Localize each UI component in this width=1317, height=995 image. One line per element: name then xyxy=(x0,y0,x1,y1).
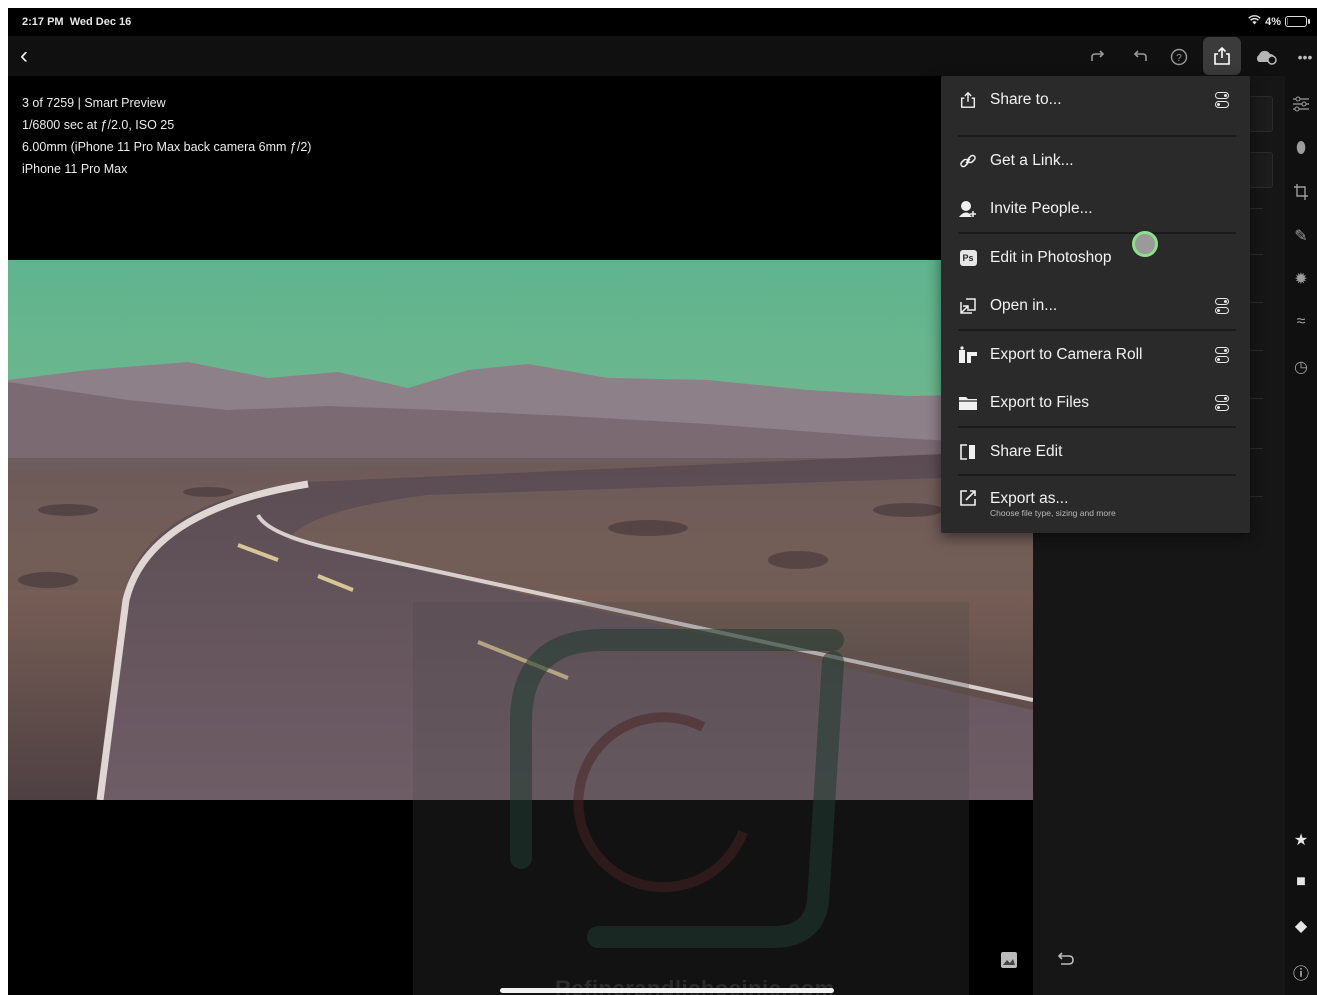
date-text: Wed Dec 16 xyxy=(69,16,132,28)
redo-button[interactable] xyxy=(1081,42,1115,72)
wifi-icon xyxy=(1248,15,1261,28)
undo-button[interactable] xyxy=(1123,42,1157,72)
link-icon xyxy=(958,151,978,171)
detail-icon[interactable]: ✹ xyxy=(1285,269,1317,289)
help-icon: ? xyxy=(1170,48,1188,66)
more-icon: ••• xyxy=(1297,49,1313,65)
chevron-left-icon: ‹ xyxy=(20,42,28,69)
tag-icon[interactable]: ◆ xyxy=(1285,916,1317,936)
export-icon xyxy=(958,488,978,508)
cloud-sync-icon xyxy=(1256,50,1277,65)
sliders-icon[interactable] xyxy=(1285,96,1317,117)
status-bar: 2:17 PM Wed Dec 16 4% xyxy=(8,8,1317,36)
menu-item-sublabel: Choose file type, sizing and more xyxy=(990,508,1116,518)
menu-item-label: Export as... xyxy=(990,490,1069,507)
menu-item-label: Share Edit xyxy=(990,443,1063,460)
watermark-overlay xyxy=(413,602,969,995)
open-in-icon xyxy=(958,296,978,316)
meta-exposure: 1/6800 sec at ƒ/2.0, ISO 25 xyxy=(22,118,175,132)
redo-icon xyxy=(1091,50,1105,61)
share-icon xyxy=(958,90,978,110)
menu-item-export-files[interactable]: Export to Files xyxy=(941,379,1250,427)
crop-icon[interactable] xyxy=(1285,183,1317,206)
menu-item-get-link[interactable]: Get a Link... xyxy=(941,137,1250,185)
cloud-sync-button[interactable] xyxy=(1249,42,1283,72)
history-icon[interactable]: ◷ xyxy=(1285,357,1317,377)
more-button[interactable]: ••• xyxy=(1288,42,1317,72)
presets-icon[interactable]: ≈ xyxy=(1285,313,1317,331)
compare-icon xyxy=(958,442,978,462)
toggle-icon xyxy=(1214,345,1232,365)
meta-position: 3 of 7259 | Smart Preview xyxy=(22,96,166,110)
share-button[interactable] xyxy=(1203,37,1241,75)
share-icon xyxy=(1214,46,1230,65)
menu-item-open-in[interactable]: Open in... xyxy=(941,282,1250,330)
status-right: 4% xyxy=(1248,15,1310,28)
invite-person-icon xyxy=(958,199,978,219)
menu-item-share-to[interactable]: Share to... xyxy=(941,76,1250,124)
photo-metadata: 3 of 7259 | Smart Preview 1/6800 sec at … xyxy=(22,92,311,180)
touch-indicator xyxy=(1132,231,1158,257)
toggle-icon xyxy=(1214,393,1232,413)
before-after-icon[interactable] xyxy=(1000,951,1018,974)
menu-item-export-as[interactable]: Export as... Choose file type, sizing an… xyxy=(941,476,1250,530)
home-indicator xyxy=(500,988,834,993)
menu-item-label: Get a Link... xyxy=(990,152,1074,169)
battery-percent: 4% xyxy=(1265,15,1281,28)
menu-item-label: Export to Camera Roll xyxy=(990,346,1143,363)
tool-rail: ⬮ ✎ ✹ ≈ ◷ ★ ■ ◆ ⓘ xyxy=(1285,76,1317,995)
toggle-icon xyxy=(1214,90,1232,110)
menu-item-edit-in-photoshop[interactable]: Ps Edit in Photoshop xyxy=(941,234,1250,282)
battery-icon xyxy=(1285,16,1310,27)
meta-lens: 6.00mm (iPhone 11 Pro Max back camera 6m… xyxy=(22,140,312,154)
time-text: 2:17 PM xyxy=(22,16,64,28)
menu-item-label: Edit in Photoshop xyxy=(990,249,1112,266)
menu-item-label: Export to Files xyxy=(990,394,1090,411)
back-button[interactable]: ‹ xyxy=(20,42,28,70)
menu-item-share-edit[interactable]: Share Edit xyxy=(941,428,1250,476)
svg-text:?: ? xyxy=(1176,53,1182,64)
comment-icon[interactable]: ■ xyxy=(1285,873,1317,891)
help-button[interactable]: ? xyxy=(1162,42,1196,72)
meta-camera: iPhone 11 Pro Max xyxy=(22,162,128,176)
menu-item-label: Open in... xyxy=(990,297,1058,314)
menu-item-invite-people[interactable]: Invite People... xyxy=(941,185,1250,233)
toggle-icon xyxy=(1214,296,1232,316)
info-icon[interactable]: ⓘ xyxy=(1285,960,1317,984)
photoshop-icon: Ps xyxy=(958,248,978,268)
status-time: 2:17 PM Wed Dec 16 xyxy=(22,16,131,28)
undo-icon xyxy=(1133,50,1147,61)
top-toolbar: ‹ ? ••• xyxy=(8,36,1317,76)
watermark-logo-icon xyxy=(510,629,844,948)
menu-item-label: Invite People... xyxy=(990,200,1093,217)
folder-icon xyxy=(958,393,978,413)
brush-icon[interactable]: ✎ xyxy=(1285,226,1317,246)
share-menu: Share to... Get a Link... Invite People.… xyxy=(941,76,1250,533)
camera-roll-icon xyxy=(958,345,978,365)
reset-icon[interactable] xyxy=(1055,951,1075,972)
battery-fill xyxy=(1287,18,1288,25)
heal-icon[interactable]: ⬮ xyxy=(1285,140,1317,158)
app-screen: 2:17 PM Wed Dec 16 4% ‹ ? ••• 3 of 7259 … xyxy=(8,8,1317,995)
menu-item-export-camera-roll[interactable]: Export to Camera Roll xyxy=(941,331,1250,379)
star-icon[interactable]: ★ xyxy=(1285,830,1317,850)
menu-item-label: Share to... xyxy=(990,91,1062,108)
